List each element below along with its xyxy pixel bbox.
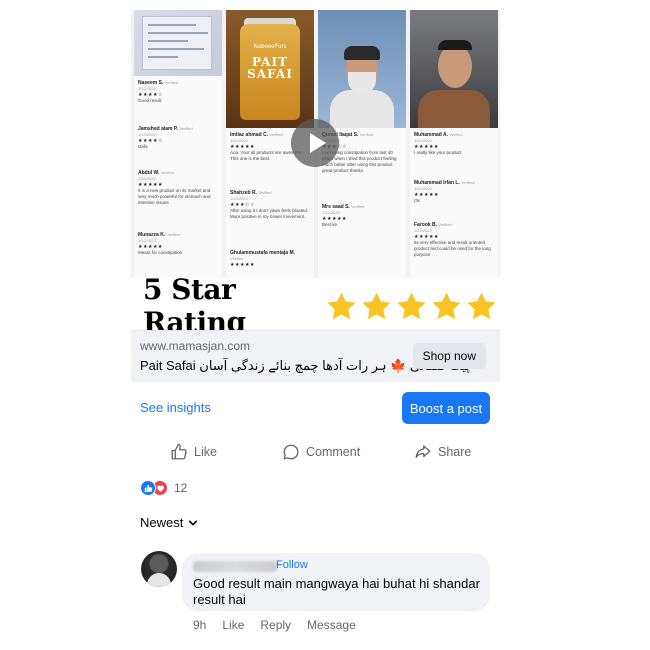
review-card: Muhammad A. Verified 1/12/2022 ★★★★★ I r… [414,132,463,155]
comment-reply-link[interactable]: Reply [260,618,291,632]
reviewer-photo [410,10,498,128]
video-play-icon[interactable] [291,119,339,167]
comment-like-link[interactable]: Like [222,618,244,632]
review-card: Muhammad Irfan L. Verified 1/12/2022 ★★★… [414,180,475,203]
shop-now-button[interactable]: Shop now [412,343,486,369]
comment-bubble-icon [283,444,299,460]
review-card: Ghulammustafa mentaja M. Verified ★★★★★ [230,250,296,268]
comment-meta: 9h Like Reply Message [193,618,372,632]
like-label: Like [194,445,217,459]
comment-message-link[interactable]: Message [307,618,356,632]
reaction-count: 12 [174,481,188,495]
review-card: Jamshed alam P. Verified 1/12/2022 ★★★★☆… [138,126,193,149]
sort-label: Newest [140,515,184,530]
review-card: Naseem S. Verified 1/12/2022 ★★★★☆ Good … [138,80,178,103]
star-rating-banner: 5 Star Rating [131,273,500,339]
document-photo [134,10,222,76]
review-card: Munazza K. Verified 1/12/2022 ★★★★★ Mean… [138,232,183,255]
boost-post-button[interactable]: Boost a post [402,392,490,424]
review-column-1: Naseem S. Verified 1/12/2022 ★★★★☆ Good … [134,10,222,278]
review-card: Shahzeb R. Verified 1/12/2022 ★★★☆☆ Afte… [230,190,309,219]
post-action-bar: Like Comment Share [131,438,500,466]
thumbs-up-icon [171,443,187,460]
share-button[interactable]: Share [414,438,471,466]
share-label: Share [438,445,472,459]
review-card: Mrs saad S. Verified 1/12/2022 ★★★★★ Bes… [322,204,365,227]
see-insights-link[interactable]: See insights [140,400,211,415]
comment-button[interactable]: Comment [282,438,360,466]
comment-label: Comment [306,445,361,459]
reaction-summary[interactable]: 12 [140,479,187,497]
star-icon [467,291,496,319]
link-preview-card[interactable]: www.mamasjan.com Pait Safai پیٹ صفائی 🍁 … [131,330,500,382]
star-icon [362,291,391,319]
star-icon [327,291,356,319]
follow-link[interactable]: Follow [276,559,308,571]
avatar[interactable] [141,551,177,587]
commenter-name-blurred[interactable] [193,561,277,572]
comment-bubble: Follow Good result main mangwaya hai buh… [182,553,490,611]
share-arrow-icon [415,445,431,458]
review-card: Farook B. Verified 1/12/2022 ★★★★★ Its v… [414,222,491,257]
comment-sort-dropdown[interactable]: Newest [140,515,198,530]
like-button[interactable]: Like [170,438,217,466]
like-reaction-icon [140,480,156,496]
review-card: Abdul W. Verified 1/12/2022 ★★★★★ It is … [138,170,211,205]
review-column-4: Muhammad A. Verified 1/12/2022 ★★★★★ I r… [410,10,498,278]
reviewer-photo [318,10,406,128]
star-icon [397,291,426,319]
star-icon [432,291,461,319]
link-domain: www.mamasjan.com [140,339,251,353]
comment-time: 9h [193,618,207,632]
rating-stars [325,290,500,323]
chevron-down-icon [189,520,198,525]
comment-text: Good result main mangwaya hai buhat hi s… [193,576,480,607]
product-jar-photo: NabeeeFurs PAIT SAFAI [226,10,314,128]
